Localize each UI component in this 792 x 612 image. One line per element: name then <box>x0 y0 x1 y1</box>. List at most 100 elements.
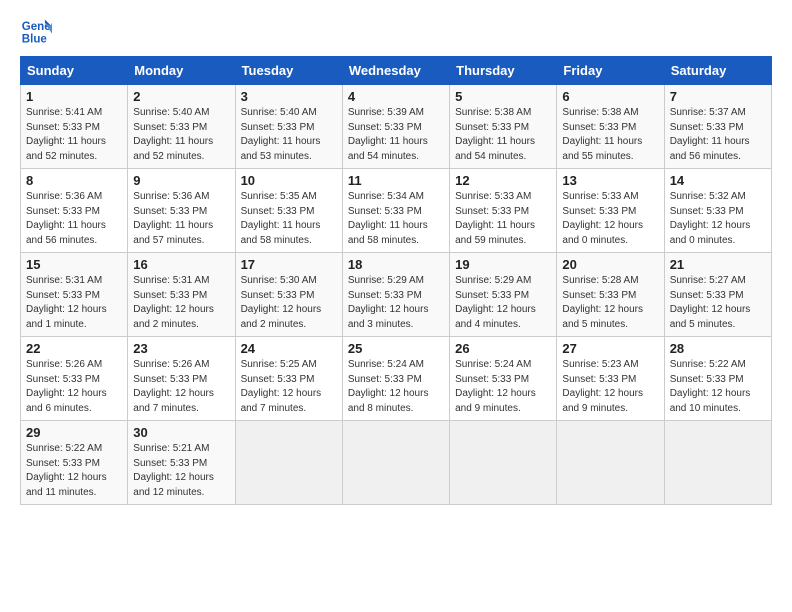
weekday-header-cell: Saturday <box>664 57 771 85</box>
day-info: Sunrise: 5:38 AM Sunset: 5:33 PM Dayligh… <box>562 106 658 164</box>
weekday-header-cell: Tuesday <box>235 57 342 85</box>
calendar-day-cell: 15 Sunrise: 5:31 AM Sunset: 5:33 PM Dayli… <box>21 253 128 337</box>
day-info: Sunrise: 5:25 AM Sunset: 5:33 PM Dayligh… <box>241 358 337 416</box>
day-number: 28 <box>670 341 766 356</box>
calendar-day-cell <box>557 421 664 505</box>
calendar-week-row: 29 Sunrise: 5:22 AM Sunset: 5:33 PM Dayli… <box>21 421 772 505</box>
day-number: 7 <box>670 89 766 104</box>
day-info: Sunrise: 5:26 AM Sunset: 5:33 PM Dayligh… <box>26 358 122 416</box>
day-info: Sunrise: 5:37 AM Sunset: 5:33 PM Dayligh… <box>670 106 766 164</box>
weekday-header-cell: Thursday <box>450 57 557 85</box>
day-info: Sunrise: 5:33 AM Sunset: 5:33 PM Dayligh… <box>455 190 551 248</box>
calendar-day-cell <box>450 421 557 505</box>
calendar-day-cell <box>342 421 449 505</box>
day-info: Sunrise: 5:30 AM Sunset: 5:33 PM Dayligh… <box>241 274 337 332</box>
calendar-day-cell: 26 Sunrise: 5:24 AM Sunset: 5:33 PM Dayli… <box>450 337 557 421</box>
day-number: 30 <box>133 425 229 440</box>
day-number: 22 <box>26 341 122 356</box>
calendar-day-cell: 22 Sunrise: 5:26 AM Sunset: 5:33 PM Dayli… <box>21 337 128 421</box>
day-number: 25 <box>348 341 444 356</box>
svg-text:Blue: Blue <box>22 34 48 46</box>
day-info: Sunrise: 5:39 AM Sunset: 5:33 PM Dayligh… <box>348 106 444 164</box>
weekday-header-cell: Monday <box>128 57 235 85</box>
calendar-day-cell: 28 Sunrise: 5:22 AM Sunset: 5:33 PM Dayli… <box>664 337 771 421</box>
day-number: 3 <box>241 89 337 104</box>
calendar-day-cell: 23 Sunrise: 5:26 AM Sunset: 5:33 PM Dayli… <box>128 337 235 421</box>
calendar-day-cell: 2 Sunrise: 5:40 AM Sunset: 5:33 PM Daylig… <box>128 85 235 169</box>
day-info: Sunrise: 5:33 AM Sunset: 5:33 PM Dayligh… <box>562 190 658 248</box>
day-number: 27 <box>562 341 658 356</box>
day-info: Sunrise: 5:35 AM Sunset: 5:33 PM Dayligh… <box>241 190 337 248</box>
weekday-header-cell: Wednesday <box>342 57 449 85</box>
day-number: 17 <box>241 257 337 272</box>
day-info: Sunrise: 5:38 AM Sunset: 5:33 PM Dayligh… <box>455 106 551 164</box>
day-number: 14 <box>670 173 766 188</box>
day-info: Sunrise: 5:32 AM Sunset: 5:33 PM Dayligh… <box>670 190 766 248</box>
calendar-day-cell: 27 Sunrise: 5:23 AM Sunset: 5:33 PM Dayli… <box>557 337 664 421</box>
day-info: Sunrise: 5:41 AM Sunset: 5:33 PM Dayligh… <box>26 106 122 164</box>
day-info: Sunrise: 5:23 AM Sunset: 5:33 PM Dayligh… <box>562 358 658 416</box>
calendar-week-row: 15 Sunrise: 5:31 AM Sunset: 5:33 PM Dayli… <box>21 253 772 337</box>
day-info: Sunrise: 5:36 AM Sunset: 5:33 PM Dayligh… <box>26 190 122 248</box>
weekday-header-cell: Sunday <box>21 57 128 85</box>
calendar-day-cell: 12Sunrise: 5:33 AM Sunset: 5:33 PM Dayli… <box>450 169 557 253</box>
day-info: Sunrise: 5:28 AM Sunset: 5:33 PM Dayligh… <box>562 274 658 332</box>
day-info: Sunrise: 5:22 AM Sunset: 5:33 PM Dayligh… <box>26 442 122 500</box>
day-number: 1 <box>26 89 122 104</box>
day-number: 6 <box>562 89 658 104</box>
day-info: Sunrise: 5:26 AM Sunset: 5:33 PM Dayligh… <box>133 358 229 416</box>
calendar-day-cell: 11 Sunrise: 5:34 AM Sunset: 5:33 PM Dayli… <box>342 169 449 253</box>
calendar-day-cell: 5 Sunrise: 5:38 AM Sunset: 5:33 PM Daylig… <box>450 85 557 169</box>
calendar-day-cell <box>235 421 342 505</box>
calendar-day-cell: 4 Sunrise: 5:39 AM Sunset: 5:33 PM Daylig… <box>342 85 449 169</box>
calendar-day-cell: 8 Sunrise: 5:36 AM Sunset: 5:33 PM Daylig… <box>21 169 128 253</box>
weekday-header-cell: Friday <box>557 57 664 85</box>
day-info: Sunrise: 5:21 AM Sunset: 5:33 PM Dayligh… <box>133 442 229 500</box>
calendar-day-cell: 14 Sunrise: 5:32 AM Sunset: 5:33 PM Dayli… <box>664 169 771 253</box>
day-number: 2 <box>133 89 229 104</box>
calendar-day-cell: 13Sunrise: 5:33 AM Sunset: 5:33 PM Dayli… <box>557 169 664 253</box>
calendar-day-cell: 10 Sunrise: 5:35 AM Sunset: 5:33 PM Dayli… <box>235 169 342 253</box>
day-number: 18 <box>348 257 444 272</box>
day-info: Sunrise: 5:31 AM Sunset: 5:33 PM Dayligh… <box>133 274 229 332</box>
day-info: Sunrise: 5:29 AM Sunset: 5:33 PM Dayligh… <box>455 274 551 332</box>
weekday-header-row: SundayMondayTuesdayWednesdayThursdayFrid… <box>21 57 772 85</box>
day-number: 26 <box>455 341 551 356</box>
day-info: Sunrise: 5:40 AM Sunset: 5:33 PM Dayligh… <box>133 106 229 164</box>
day-number: 23 <box>133 341 229 356</box>
day-info: Sunrise: 5:22 AM Sunset: 5:33 PM Dayligh… <box>670 358 766 416</box>
calendar-week-row: 1 Sunrise: 5:41 AM Sunset: 5:33 PM Daylig… <box>21 85 772 169</box>
day-number: 15 <box>26 257 122 272</box>
day-info: Sunrise: 5:34 AM Sunset: 5:33 PM Dayligh… <box>348 190 444 248</box>
day-info: Sunrise: 5:31 AM Sunset: 5:33 PM Dayligh… <box>26 274 122 332</box>
calendar-table: SundayMondayTuesdayWednesdayThursdayFrid… <box>20 56 772 505</box>
calendar-body: 1 Sunrise: 5:41 AM Sunset: 5:33 PM Daylig… <box>21 85 772 505</box>
calendar-day-cell: 16 Sunrise: 5:31 AM Sunset: 5:33 PM Dayli… <box>128 253 235 337</box>
calendar-day-cell: 18Sunrise: 5:29 AM Sunset: 5:33 PM Dayli… <box>342 253 449 337</box>
logo-icon: General Blue <box>20 16 52 48</box>
page-header: General Blue <box>20 16 772 48</box>
calendar-week-row: 22 Sunrise: 5:26 AM Sunset: 5:33 PM Dayli… <box>21 337 772 421</box>
day-info: Sunrise: 5:24 AM Sunset: 5:33 PM Dayligh… <box>455 358 551 416</box>
calendar-day-cell: 17 Sunrise: 5:30 AM Sunset: 5:33 PM Dayli… <box>235 253 342 337</box>
logo: General Blue <box>20 16 52 48</box>
calendar-day-cell: 24Sunrise: 5:25 AM Sunset: 5:33 PM Dayli… <box>235 337 342 421</box>
day-number: 4 <box>348 89 444 104</box>
day-number: 9 <box>133 173 229 188</box>
calendar-week-row: 8 Sunrise: 5:36 AM Sunset: 5:33 PM Daylig… <box>21 169 772 253</box>
calendar-day-cell: 20Sunrise: 5:28 AM Sunset: 5:33 PM Dayli… <box>557 253 664 337</box>
calendar-day-cell: 29 Sunrise: 5:22 AM Sunset: 5:33 PM Dayli… <box>21 421 128 505</box>
day-number: 21 <box>670 257 766 272</box>
calendar-day-cell: 7 Sunrise: 5:37 AM Sunset: 5:33 PM Daylig… <box>664 85 771 169</box>
day-number: 8 <box>26 173 122 188</box>
day-number: 5 <box>455 89 551 104</box>
day-info: Sunrise: 5:36 AM Sunset: 5:33 PM Dayligh… <box>133 190 229 248</box>
day-number: 19 <box>455 257 551 272</box>
calendar-day-cell <box>664 421 771 505</box>
calendar-day-cell: 30 Sunrise: 5:21 AM Sunset: 5:33 PM Dayli… <box>128 421 235 505</box>
day-number: 10 <box>241 173 337 188</box>
day-number: 11 <box>348 173 444 188</box>
day-number: 16 <box>133 257 229 272</box>
calendar-day-cell: 3Sunrise: 5:40 AM Sunset: 5:33 PM Daylig… <box>235 85 342 169</box>
day-number: 29 <box>26 425 122 440</box>
